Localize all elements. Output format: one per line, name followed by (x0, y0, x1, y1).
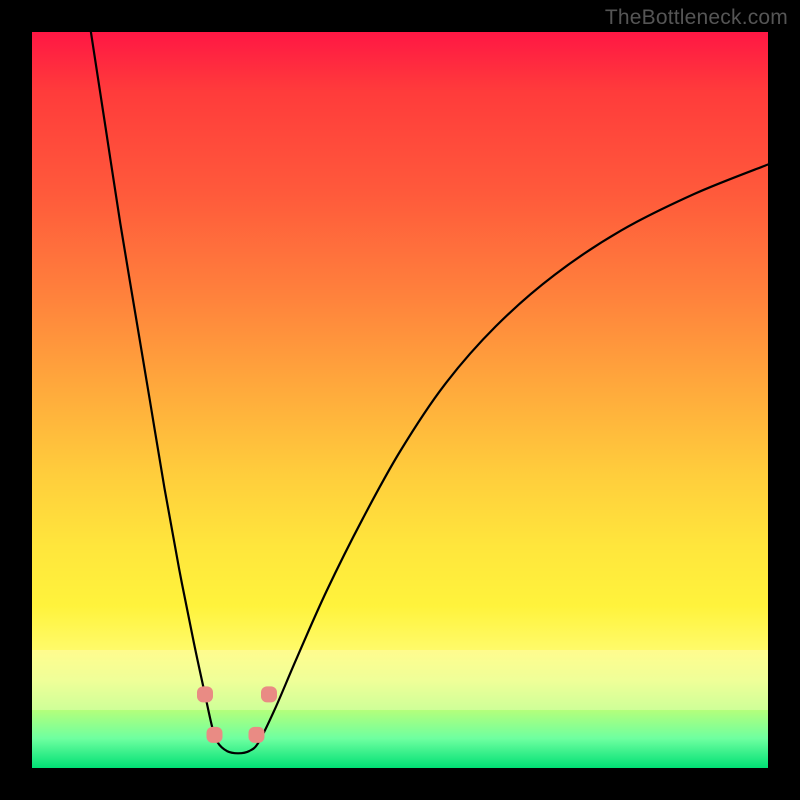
threshold-marker (207, 727, 223, 743)
threshold-marker (261, 686, 277, 702)
watermark-text: TheBottleneck.com (605, 6, 788, 30)
threshold-marker (249, 727, 265, 743)
marker-layer (32, 32, 768, 768)
plot-area (32, 32, 768, 768)
threshold-marker (197, 686, 213, 702)
chart-frame: TheBottleneck.com (0, 0, 800, 800)
